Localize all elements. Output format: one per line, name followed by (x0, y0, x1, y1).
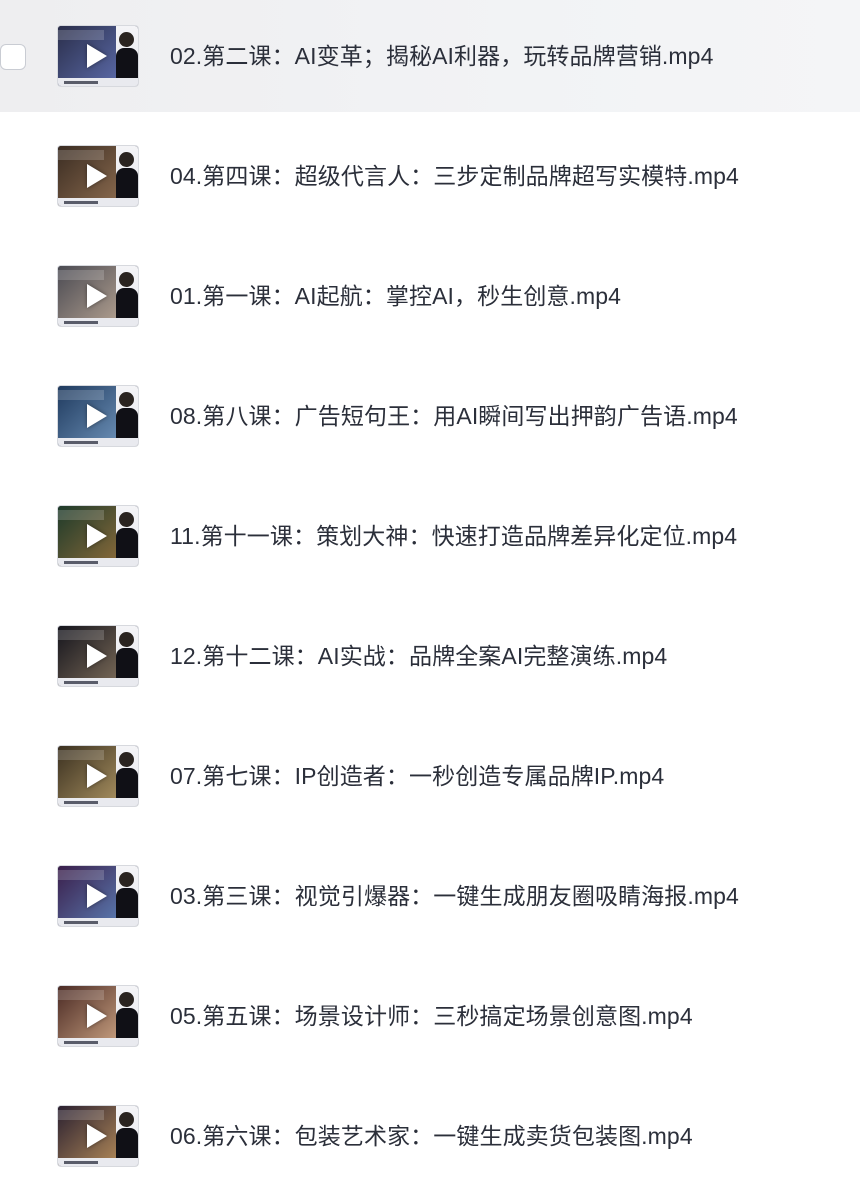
presenter-head (119, 32, 134, 47)
presenter-body (116, 1128, 138, 1158)
thumbnail-caption-band (58, 630, 104, 640)
presenter-head (119, 392, 134, 407)
file-row[interactable]: 08.第八课：广告短句王：用AI瞬间写出押韵广告语.mp4 (0, 360, 860, 472)
video-thumbnail[interactable] (58, 866, 138, 926)
video-thumbnail[interactable] (58, 146, 138, 206)
play-icon (87, 44, 107, 68)
thumbnail-caption-band (58, 270, 104, 280)
thumbnail-caption-band (58, 750, 104, 760)
play-icon (87, 524, 107, 548)
thumbnail-caption-band (58, 870, 104, 880)
file-row[interactable]: 11.第十一课：策划大神：快速打造品牌差异化定位.mp4 (0, 480, 860, 592)
presenter-body (116, 648, 138, 678)
file-list: 02.第二课：AI变革；揭秘AI利器，玩转品牌营销.mp4 04.第四课：超级代… (0, 0, 860, 1198)
file-name[interactable]: 06.第六课：包装艺术家：一键生成卖货包装图.mp4 (170, 1120, 693, 1152)
video-thumbnail[interactable] (58, 26, 138, 86)
thumbnail-footer-bar (64, 81, 98, 84)
video-thumbnail[interactable] (58, 266, 138, 326)
play-icon (87, 644, 107, 668)
thumbnail-caption-band (58, 30, 104, 40)
thumbnail-caption-band (58, 390, 104, 400)
play-icon (87, 1124, 107, 1148)
file-row[interactable]: 03.第三课：视觉引爆器：一键生成朋友圈吸睛海报.mp4 (0, 840, 860, 952)
file-row[interactable]: 07.第七课：IP创造者：一秒创造专属品牌IP.mp4 (0, 720, 860, 832)
video-thumbnail[interactable] (58, 1106, 138, 1166)
presenter-body (116, 1008, 138, 1038)
presenter-head (119, 512, 134, 527)
play-icon (87, 284, 107, 308)
thumbnail-footer-bar (64, 1041, 98, 1044)
file-name[interactable]: 12.第十二课：AI实战：品牌全案AI完整演练.mp4 (170, 640, 667, 672)
thumbnail-caption-band (58, 510, 104, 520)
thumbnail-caption-band (58, 150, 104, 160)
presenter-body (116, 408, 138, 438)
thumbnail-footer-bar (64, 321, 98, 324)
file-name[interactable]: 01.第一课：AI起航：掌控AI，秒生创意.mp4 (170, 280, 621, 312)
presenter-head (119, 1112, 134, 1127)
file-row[interactable]: 04.第四课：超级代言人：三步定制品牌超写实模特.mp4 (0, 120, 860, 232)
presenter-head (119, 872, 134, 887)
play-icon (87, 884, 107, 908)
thumbnail-footer-bar (64, 921, 98, 924)
presenter-head (119, 992, 134, 1007)
file-name[interactable]: 02.第二课：AI变革；揭秘AI利器，玩转品牌营销.mp4 (170, 40, 713, 72)
play-icon (87, 404, 107, 428)
file-row[interactable]: 05.第五课：场景设计师：三秒搞定场景创意图.mp4 (0, 960, 860, 1072)
thumbnail-footer-bar (64, 441, 98, 444)
file-name[interactable]: 04.第四课：超级代言人：三步定制品牌超写实模特.mp4 (170, 160, 739, 192)
presenter-body (116, 168, 138, 198)
file-name[interactable]: 11.第十一课：策划大神：快速打造品牌差异化定位.mp4 (170, 520, 737, 552)
thumbnail-footer-bar (64, 201, 98, 204)
thumbnail-caption-band (58, 990, 104, 1000)
presenter-head (119, 152, 134, 167)
file-row[interactable]: 06.第六课：包装艺术家：一键生成卖货包装图.mp4 (0, 1080, 860, 1192)
presenter-body (116, 288, 138, 318)
video-thumbnail[interactable] (58, 386, 138, 446)
file-name[interactable]: 08.第八课：广告短句王：用AI瞬间写出押韵广告语.mp4 (170, 400, 738, 432)
presenter-head (119, 632, 134, 647)
play-icon (87, 764, 107, 788)
play-icon (87, 164, 107, 188)
thumbnail-footer-bar (64, 801, 98, 804)
presenter-head (119, 752, 134, 767)
presenter-body (116, 888, 138, 918)
video-thumbnail[interactable] (58, 986, 138, 1046)
video-thumbnail[interactable] (58, 746, 138, 806)
file-name[interactable]: 03.第三课：视觉引爆器：一键生成朋友圈吸睛海报.mp4 (170, 880, 739, 912)
presenter-body (116, 768, 138, 798)
thumbnail-caption-band (58, 1110, 104, 1120)
play-icon (87, 1004, 107, 1028)
row-checkbox[interactable] (0, 44, 26, 70)
thumbnail-footer-bar (64, 1161, 98, 1164)
presenter-body (116, 48, 138, 78)
presenter-body (116, 528, 138, 558)
presenter-head (119, 272, 134, 287)
thumbnail-footer-bar (64, 681, 98, 684)
thumbnail-footer-bar (64, 561, 98, 564)
video-thumbnail[interactable] (58, 506, 138, 566)
file-row[interactable]: 01.第一课：AI起航：掌控AI，秒生创意.mp4 (0, 240, 860, 352)
file-row[interactable]: 02.第二课：AI变革；揭秘AI利器，玩转品牌营销.mp4 (0, 0, 860, 112)
file-name[interactable]: 05.第五课：场景设计师：三秒搞定场景创意图.mp4 (170, 1000, 693, 1032)
file-name[interactable]: 07.第七课：IP创造者：一秒创造专属品牌IP.mp4 (170, 760, 664, 792)
video-thumbnail[interactable] (58, 626, 138, 686)
file-row[interactable]: 12.第十二课：AI实战：品牌全案AI完整演练.mp4 (0, 600, 860, 712)
